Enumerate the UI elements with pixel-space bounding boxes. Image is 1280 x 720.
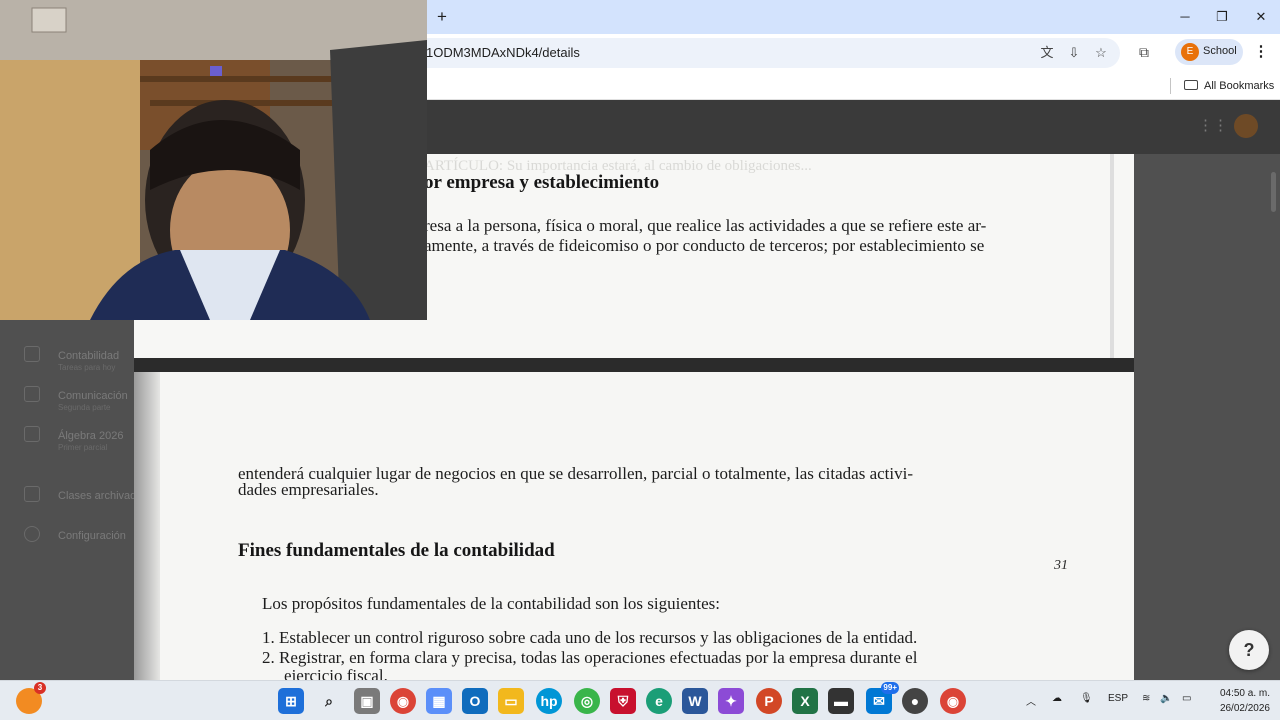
extensions-icon[interactable]: ⧉ [1135, 43, 1153, 61]
widget-badge: 3 [34, 682, 46, 694]
install-app-icon[interactable]: ⇩ [1065, 44, 1083, 62]
restore-button[interactable]: ❐ [1207, 6, 1237, 28]
new-tab-button[interactable]: + [433, 7, 451, 27]
minimize-button[interactable]: ─ [1170, 6, 1200, 28]
wifi-icon[interactable]: ≋ [1142, 693, 1150, 704]
page1-line-2: amente, a través de fideicomiso o por co… [424, 236, 985, 255]
intro-paragraph: Los propósitos fundamentales de la conta… [262, 594, 720, 613]
page-binding-shadow [134, 372, 160, 680]
word-icon[interactable]: W [682, 688, 708, 714]
volume-icon[interactable]: 🔈 [1160, 693, 1172, 704]
class-icon [24, 346, 40, 362]
nav-sub: Segunda parte [58, 403, 111, 412]
task-view-icon[interactable]: ▣ [354, 688, 380, 714]
list-item: 1. Establecer un control riguroso sobre … [262, 628, 918, 647]
webcam-feed-image [0, 0, 427, 320]
gear-icon [24, 526, 40, 542]
store-icon[interactable]: ▦ [426, 688, 452, 714]
onedrive-icon[interactable]: ☁ [1052, 693, 1062, 704]
account-avatar[interactable] [1234, 114, 1258, 138]
battery-icon[interactable]: ▭ [1182, 693, 1191, 704]
archive-icon [24, 486, 40, 502]
screen: + ─ ❐ ✕ 1ODM3MDAxNDk4/details 文 ⇩ ☆ ⧉ E … [0, 0, 1280, 720]
page-edge [1110, 154, 1114, 358]
hp-icon[interactable]: hp [536, 688, 562, 714]
time-text: 04:50 a. m. [1219, 688, 1270, 699]
profile-label: School [1203, 45, 1237, 57]
section-heading: Fines fundamentales de la contabilidad [238, 540, 555, 561]
profile-avatar: E [1181, 43, 1199, 61]
terminal-icon[interactable]: ▬ [828, 688, 854, 714]
clock[interactable]: 04:50 a. m. 26/02/2026 [1208, 686, 1270, 716]
class-icon [24, 386, 40, 402]
page1-heading: or empresa y establecimiento [424, 172, 660, 193]
search-icon[interactable]: ⌕ [316, 688, 342, 714]
url-text: 1ODM3MDAxNDk4/details [426, 45, 580, 60]
address-bar[interactable]: 1ODM3MDAxNDk4/details 文 ⇩ ☆ [410, 38, 1120, 68]
microphone-icon[interactable]: 🎙 [1080, 693, 1093, 704]
nav-sub: Primer parcial [58, 443, 108, 452]
excel-icon[interactable]: X [792, 688, 818, 714]
nav-item-settings[interactable]: Configuración [24, 526, 126, 542]
chrome-alt-icon[interactable]: ◎ [574, 688, 600, 714]
page-number: 31 [1054, 558, 1068, 573]
translate-icon[interactable]: 文 [1038, 44, 1056, 62]
start-button[interactable]: ⊞ [278, 688, 304, 714]
notification-badge: 99+ [881, 682, 899, 694]
chrome-active-icon[interactable]: ◉ [940, 688, 966, 714]
notifications-app-icon[interactable]: ✉ 99+ [866, 682, 899, 714]
antivirus-icon[interactable]: ⛨ [610, 688, 636, 714]
copilot-icon[interactable]: ✦ [718, 688, 744, 714]
weather-widget[interactable]: 3 [16, 682, 46, 714]
file-explorer-icon[interactable]: ▭ [498, 688, 524, 714]
all-bookmarks-label: All Bookmarks [1204, 80, 1275, 92]
chrome-icon[interactable]: ◉ [390, 688, 416, 714]
all-bookmarks-button[interactable]: All Bookmarks [1184, 77, 1274, 95]
nav-item-archived[interactable]: Clases archivadas [24, 486, 148, 502]
list-item: 2. Registrar, en forma clara y precisa, … [262, 648, 918, 667]
browser-menu-icon[interactable]: ⋮ [1252, 43, 1270, 61]
taskbar: 3 ⊞ ⌕ ▣ ◉ ▦ O ▭ hp ◎ ⛨ e W ✦ P X ▬ ✉ 99+ … [0, 680, 1280, 720]
help-button[interactable]: ? [1229, 630, 1269, 670]
outlook-icon[interactable]: O [462, 688, 488, 714]
folder-icon [1184, 80, 1198, 90]
language-indicator[interactable]: ESP [1108, 693, 1128, 704]
nav-sub: Tareas para hoy [58, 363, 116, 372]
bookmarks-divider [1170, 78, 1171, 94]
webcam-overlay [0, 0, 427, 320]
date-text: 26/02/2026 [1219, 703, 1270, 714]
nav-item-comunicacion[interactable]: Comunicación [24, 386, 128, 402]
chevron-up-icon[interactable]: ︿ [1026, 693, 1036, 708]
class-icon [24, 426, 40, 442]
page2-line-2: dades empresariales. [238, 480, 379, 499]
profile-button[interactable]: E School [1175, 39, 1243, 65]
close-window-button[interactable]: ✕ [1246, 6, 1276, 28]
nav-item-algebra[interactable]: Álgebra 2026 [24, 426, 123, 442]
nav-item-contabilidad[interactable]: Contabilidad [24, 346, 119, 362]
scrollbar[interactable] [1271, 172, 1276, 212]
obs-icon[interactable]: ● [902, 688, 928, 714]
edge-icon[interactable]: e [646, 688, 672, 714]
document-page-2: entenderá cualquier lugar de negocios en… [134, 372, 1134, 685]
page-separator [134, 358, 1134, 372]
apps-grid-icon[interactable]: ⋮⋮ [1198, 118, 1228, 134]
powerpoint-icon[interactable]: P [756, 688, 782, 714]
page1-line-1: resa a la persona, física o moral, que r… [424, 216, 987, 235]
bookmark-star-icon[interactable]: ☆ [1092, 44, 1110, 62]
